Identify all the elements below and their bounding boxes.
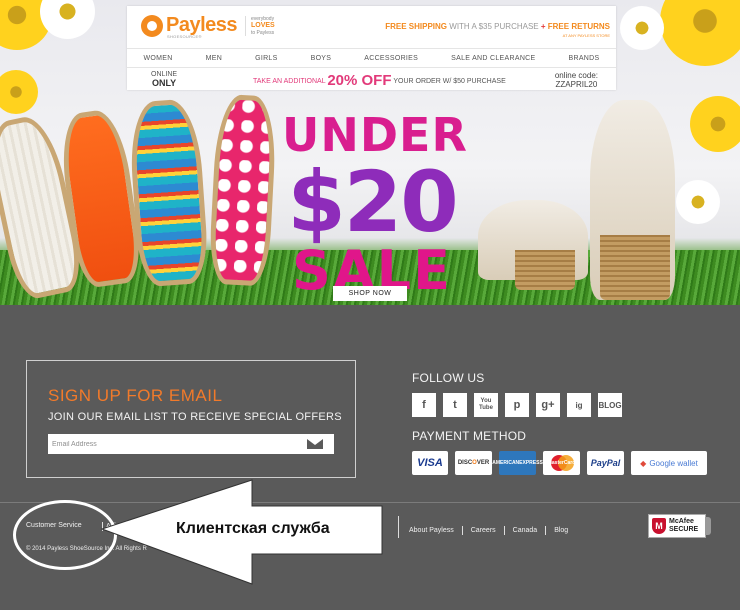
payment-method-title: PAYMENT METHOD [412, 429, 527, 443]
flower-decoration [676, 180, 720, 224]
visa-icon: VISA [412, 451, 448, 475]
nav-item-men[interactable]: MEN [206, 55, 222, 62]
blog-icon[interactable]: BLOG [598, 393, 622, 417]
nav-item-brands[interactable]: BRANDS [569, 55, 600, 62]
youtube-icon[interactable]: You Tube [474, 393, 498, 417]
email-signup-box: SIGN UP FOR EMAIL JOIN OUR EMAIL LIST TO… [26, 360, 356, 478]
offer-bar[interactable]: ONLINE ONLY TAKE AN ADDITIONAL 20% OFF Y… [127, 69, 616, 90]
sale-line-under: UNDER [282, 108, 468, 162]
sale-headline: UNDER $20 SALE [282, 108, 468, 298]
mcafee-text: McAfee SECURE [669, 518, 698, 534]
flower-decoration [690, 96, 740, 152]
annotation-label: Клиентская служба [176, 520, 330, 537]
plus-sign: + [540, 22, 546, 31]
amex-icon: AMERICAN EXPRESS [492, 451, 543, 475]
social-icons: f t You Tube p g+ ig BLOG [412, 393, 622, 417]
mcafee-shield-icon: M [652, 518, 666, 534]
pinterest-icon[interactable]: p [505, 393, 529, 417]
returns-label: FREE RETURNS [547, 22, 610, 31]
follow-us-title: FOLLOW US [412, 371, 485, 385]
mastercard-text: MasterCard [547, 460, 576, 466]
offer-text: TAKE AN ADDITIONAL 20% OFF YOUR ORDER W/… [253, 72, 506, 89]
promo-code-value: ZZAPRIL20 [555, 80, 598, 89]
mcafee-text-b: SECURE [669, 526, 699, 533]
sale-line-price: $20 [287, 153, 458, 251]
shipping-label: FREE SHIPPING [385, 22, 448, 31]
logo-subtitle: SHOESOURCE® [167, 34, 202, 39]
mcafee-text-a: McAfee [669, 518, 694, 525]
discover-text-a: DISC [457, 460, 473, 466]
logo-icon [141, 14, 163, 37]
canada-link[interactable]: Canada [503, 525, 546, 535]
nav-item-sale[interactable]: SALE AND CLEARANCE [451, 55, 535, 62]
nav-item-boys[interactable]: BOYS [311, 55, 332, 62]
shipping-promo[interactable]: FREE SHIPPING WITH A $35 PURCHASE + FREE… [385, 22, 610, 31]
signup-subtitle: JOIN OUR EMAIL LIST TO RECEIVE SPECIAL O… [48, 411, 342, 423]
mastercard-icon: MasterCard [543, 451, 580, 475]
offer-percent: 20% OFF [327, 72, 392, 89]
flower-decoration [40, 0, 95, 39]
google-wallet-text: Google wallet [649, 458, 698, 468]
google-wallet-icon: ◆ Google wallet [631, 451, 707, 475]
site-header: Payless SHOESOURCE® everybody LOVES to P… [127, 6, 616, 90]
email-field[interactable] [52, 435, 292, 453]
amex-text-a: AMERICAN [492, 460, 520, 466]
nav-item-accessories[interactable]: ACCESSORIES [364, 55, 418, 62]
nav-item-girls[interactable]: GIRLS [255, 55, 278, 62]
promo-code-label: online code: [554, 71, 598, 80]
sandal-wedge [515, 250, 575, 290]
flower-decoration [660, 0, 740, 66]
shipping-condition: WITH A $35 PURCHASE [449, 22, 539, 31]
tagline-loves: LOVES [251, 22, 275, 29]
mcafee-tab [705, 517, 711, 535]
email-field-wrapper [48, 434, 334, 454]
main-nav: WOMEN MEN GIRLS BOYS ACCESSORIES SALE AN… [127, 48, 616, 68]
sandal-wedge [600, 235, 670, 300]
signup-title: SIGN UP FOR EMAIL [48, 386, 223, 405]
online-only-badge: ONLINE ONLY [151, 71, 177, 89]
careers-link[interactable]: Careers [461, 525, 504, 535]
mcafee-badge[interactable]: M McAfee SECURE [648, 514, 711, 538]
flower-decoration [620, 6, 664, 50]
tagline: everybody LOVES to Payless [245, 16, 275, 37]
discover-icon: DISC O VER [455, 451, 492, 475]
discover-text-c: VER [476, 460, 490, 466]
only-label: ONLY [151, 78, 177, 88]
instagram-icon[interactable]: ig [567, 393, 591, 417]
nav-item-women[interactable]: WOMEN [144, 55, 173, 62]
paypal-icon: PayPal [587, 451, 624, 475]
flower-decoration [0, 70, 38, 114]
envelope-icon[interactable] [307, 439, 323, 449]
returns-subtext: AT ANY PAYLESS STORE [562, 33, 610, 38]
wallet-glyph: ◆ [640, 458, 647, 468]
facebook-icon[interactable]: f [412, 393, 436, 417]
google-plus-icon[interactable]: g+ [536, 393, 560, 417]
payment-cards: VISA DISC O VER AMERICAN EXPRESS MasterCar… [412, 451, 707, 475]
tagline-bottom: to Payless [251, 30, 275, 37]
amex-text-b: EXPRESS [519, 460, 543, 466]
offer-take: TAKE AN ADDITIONAL [253, 78, 326, 85]
twitter-icon[interactable]: t [443, 393, 467, 417]
about-payless-link[interactable]: About Payless [401, 526, 462, 535]
shop-now-button[interactable]: SHOP NOW [333, 286, 407, 301]
footer-links: About Payless Careers Canada Blog [398, 516, 576, 538]
promo-code: online code: ZZAPRIL20 [555, 71, 598, 89]
offer-condition: YOUR ORDER W/ $50 PURCHASE [393, 78, 506, 85]
blog-link[interactable]: Blog [545, 525, 576, 535]
